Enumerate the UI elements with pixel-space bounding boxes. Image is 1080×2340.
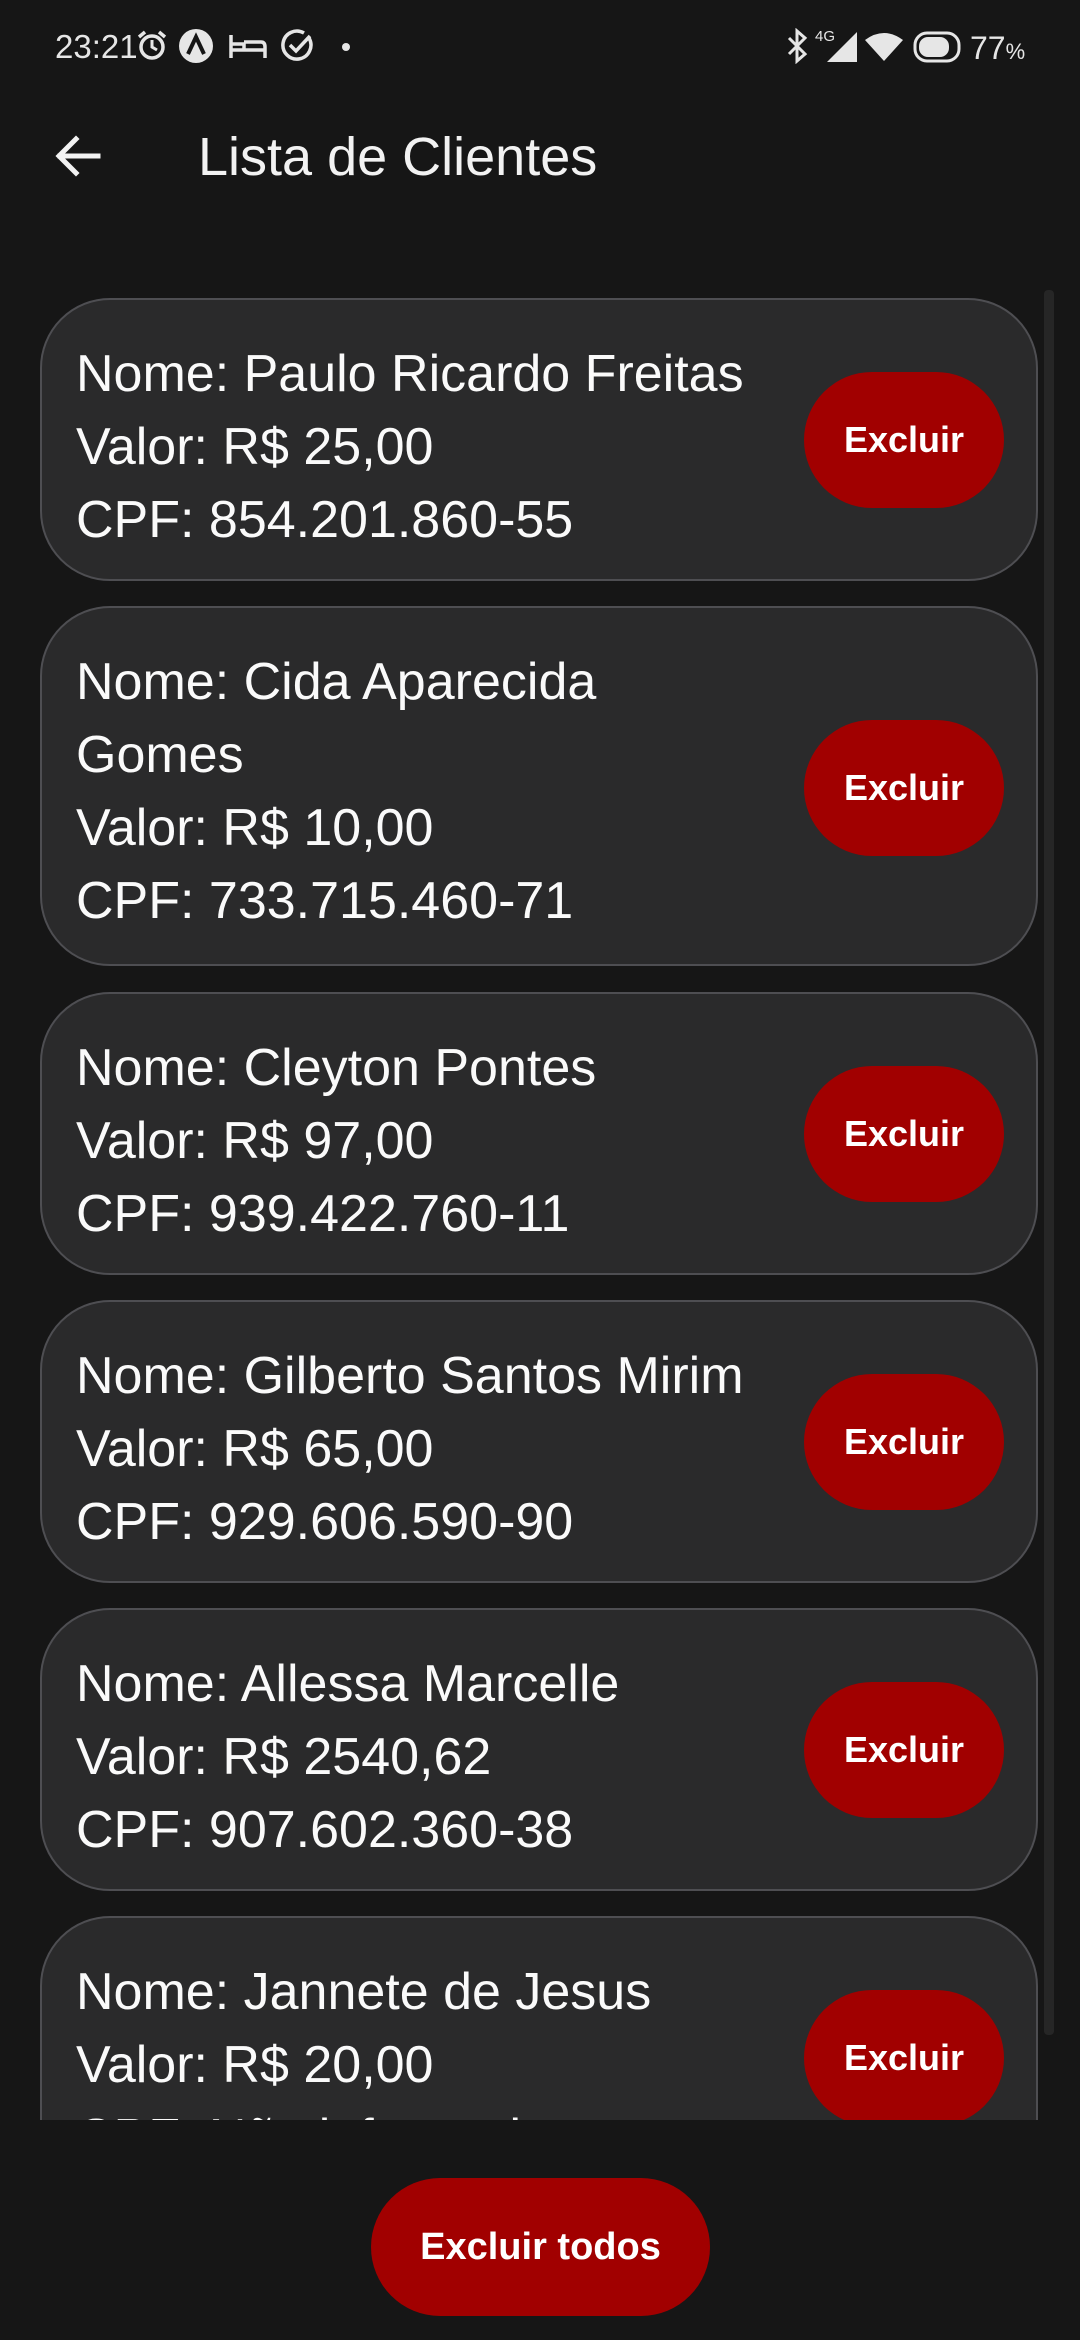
client-card: Nome: Allessa Marcelle Valor: R$ 2540,62… (40, 1608, 1038, 1891)
client-name: Nome: Allessa Marcelle (76, 1655, 620, 1713)
bluetooth-icon (787, 28, 808, 64)
signal-icon (827, 32, 857, 62)
client-value: Valor: R$ 25,00 (76, 418, 434, 476)
check-circle-icon (281, 29, 313, 61)
delete-all-button[interactable]: Excluir todos (371, 2178, 710, 2316)
client-name: Nome: Jannete de Jesus (76, 1963, 652, 2021)
wifi-icon (865, 33, 903, 61)
delete-client-button[interactable]: Excluir (804, 372, 1004, 508)
client-cpf: CPF: 907.602.360-38 (76, 1801, 574, 1859)
client-cpf: CPF: 733.715.460-71 (76, 872, 574, 930)
client-name: Nome: Paulo Ricardo Freitas (76, 345, 744, 403)
status-time: 23:21 (55, 28, 138, 65)
app-bar: Lista de Clientes (0, 96, 1080, 216)
delete-client-button[interactable]: Excluir (804, 1374, 1004, 1510)
client-cpf: CPF: 929.606.590-90 (76, 1493, 574, 1551)
delete-client-button[interactable]: Excluir (804, 720, 1004, 856)
client-cpf: CPF: Não informado (76, 2102, 836, 2120)
client-card: Nome: Jannete de Jesus Valor: R$ 20,00 C… (40, 1916, 1038, 2120)
client-value: Valor: R$ 10,00 (76, 799, 434, 857)
page-title: Lista de Clientes (198, 127, 598, 187)
client-value: Valor: R$ 20,00 (76, 2036, 434, 2094)
client-card: Nome: Paulo Ricardo Freitas Valor: R$ 25… (40, 298, 1038, 581)
client-name: Nome: Cida Aparecida Gomes (76, 653, 597, 784)
dot-icon (342, 43, 350, 51)
delete-client-button[interactable]: Excluir (804, 1990, 1004, 2120)
battery-icon (913, 31, 961, 63)
status-bar: 23:21 4G 77% (0, 0, 1080, 96)
client-value: Valor: R$ 65,00 (76, 1420, 434, 1478)
delete-client-button[interactable]: Excluir (804, 1066, 1004, 1202)
arrow-left-icon (55, 135, 101, 177)
app-logo-icon (179, 29, 213, 63)
bed-icon (229, 35, 267, 58)
client-card: Nome: Gilberto Santos Mirim Valor: R$ 65… (40, 1300, 1038, 1583)
battery-percent: 77% (970, 30, 1026, 66)
client-name: Nome: Gilberto Santos Mirim (76, 1347, 744, 1405)
client-cpf: CPF: 939.422.760-11 (76, 1185, 570, 1243)
bottom-bar: Excluir todos (0, 2120, 1080, 2340)
client-value: Valor: R$ 97,00 (76, 1112, 434, 1170)
client-name: Nome: Cleyton Pontes (76, 1039, 597, 1097)
alarm-icon (137, 30, 167, 60)
client-card: Nome: Cida Aparecida Gomes Valor: R$ 10,… (40, 606, 1038, 966)
client-card: Nome: Cleyton Pontes Valor: R$ 97,00 CPF… (40, 992, 1038, 1275)
delete-client-button[interactable]: Excluir (804, 1682, 1004, 1818)
client-value: Valor: R$ 2540,62 (76, 1728, 492, 1786)
client-list[interactable]: Nome: Paulo Ricardo Freitas Valor: R$ 25… (0, 290, 1080, 2120)
back-button[interactable] (40, 118, 116, 194)
client-cpf: CPF: 854.201.860-55 (76, 491, 574, 549)
